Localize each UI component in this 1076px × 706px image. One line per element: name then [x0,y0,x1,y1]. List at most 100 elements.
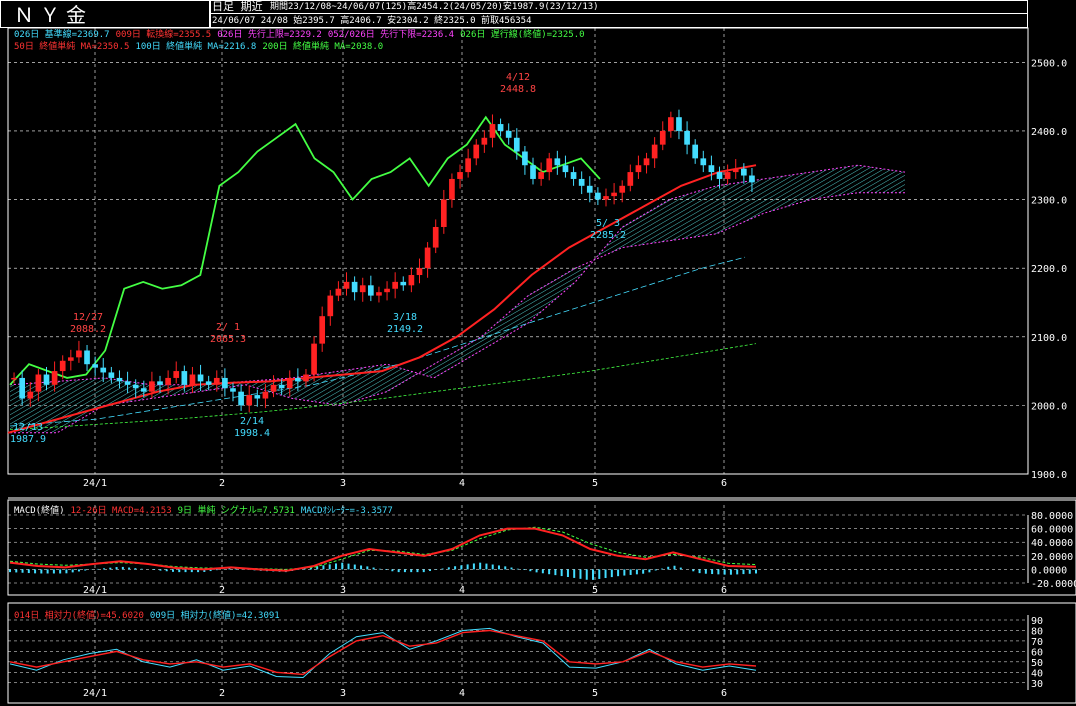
x-tick-label: 24/1 [83,478,107,489]
macd-panel-frame [7,499,1076,596]
candle-body [140,388,147,392]
annotation-value: 2065.3 [210,334,246,345]
macd-y-tick-label: 60.0000 [1031,525,1073,536]
candle-body [481,137,488,145]
x-tick-label: 5 [592,688,598,699]
candle-body [416,268,423,276]
macd-y-tick-label: 20.0000 [1031,552,1073,563]
candle-body [692,144,699,159]
rsi-panel-frame [7,602,1076,704]
candle-body [100,367,107,373]
x-tick-label: 2 [219,688,225,699]
macd-signal-line [9,526,757,570]
annotation-value: 2448.8 [500,84,536,95]
candle-body [619,185,626,193]
x-tick-label: 2 [219,585,225,596]
annotation-value: 2285.2 [590,230,626,241]
annotation-date: 12/13 [13,422,43,433]
candle-body [489,124,496,138]
x-tick-label: 4 [459,478,465,489]
candle-body [408,275,415,286]
candle-body [724,172,731,179]
candle-body [197,374,204,382]
rsi-y-tick-label: 50 [1031,658,1043,669]
candle-body [740,168,747,176]
candle-body [222,377,228,389]
y-tick-label: 2000.0 [1031,401,1067,412]
candle-body [157,381,163,385]
x-tick-label: 5 [592,585,598,596]
candle-body [635,165,642,173]
candle-body [384,288,390,293]
candle-body [124,381,131,385]
annotation-date: 5/ 3 [596,218,620,229]
candle-body [530,165,536,179]
candle-body [473,144,480,159]
macd-y-tick-label: 40.0000 [1031,538,1073,549]
candle-body [700,158,707,166]
candle-body [108,372,115,378]
annotation-date: 4/12 [506,72,530,83]
candle-body [351,281,358,293]
candle-body [424,247,431,269]
candle-body [311,343,317,375]
annotation-value: 1987.9 [10,434,46,445]
candle-body [254,395,261,399]
candle-body [327,295,334,317]
candle-body [684,130,690,145]
candle-body [603,196,609,200]
candle-body [716,172,723,179]
annotation-value: 2149.2 [387,324,423,335]
candle-body [238,391,244,406]
x-tick-label: 3 [340,478,346,489]
candle-body [578,178,585,186]
candle-body [522,151,528,166]
candle-body [59,360,66,372]
chikou-line [9,115,601,386]
x-tick-label: 5 [592,478,598,489]
annotation-date: 2/14 [240,416,264,427]
annotation-date: 2/ 1 [216,322,240,333]
macd-y-tick-label: -20.0000 [1031,579,1076,590]
candle-body [586,185,593,193]
x-tick-label: 6 [721,688,727,699]
candle-body [505,130,512,138]
rsi-y-tick-label: 60 [1031,647,1043,658]
chart-canvas: 1900.02000.02100.02200.02300.02400.02500… [7,27,1076,704]
candle-body [732,168,739,173]
annotation-value: 2088.2 [70,324,106,335]
candle-body [303,374,309,382]
x-tick-label: 24/1 [83,585,107,596]
candle-body [432,226,439,248]
y-tick-label: 2100.0 [1031,333,1067,344]
x-tick-label: 6 [721,478,727,489]
candle-body [611,192,617,197]
candle-body [449,178,455,200]
y-tick-label: 2400.0 [1031,127,1067,138]
candle-body [76,350,82,358]
candle-body [676,117,682,131]
candle-body [513,137,520,152]
candle-body [35,374,42,392]
candle-body [749,175,755,183]
y-tick-label: 2300.0 [1031,196,1067,207]
y-tick-label: 2200.0 [1031,264,1067,275]
rsi-y-tick-label: 30 [1031,679,1043,690]
candle-body [465,158,471,173]
candle-body [457,172,463,179]
candle-body [400,281,407,286]
candle-body [92,364,98,368]
annotation-date: 12/27 [73,312,103,323]
candle-body [668,117,674,131]
candle-body [278,384,285,389]
x-tick-label: 6 [721,585,727,596]
candle-body [11,377,17,380]
macd-y-tick-label: 0.0000 [1031,565,1067,576]
macd-y-tick-label: 80.0000 [1031,511,1073,522]
macd-line [9,527,757,572]
candle-body [708,165,715,173]
candle-body [84,350,90,365]
candle-body [205,381,212,385]
candle-body [546,158,553,173]
y-tick-label: 2500.0 [1031,58,1067,69]
